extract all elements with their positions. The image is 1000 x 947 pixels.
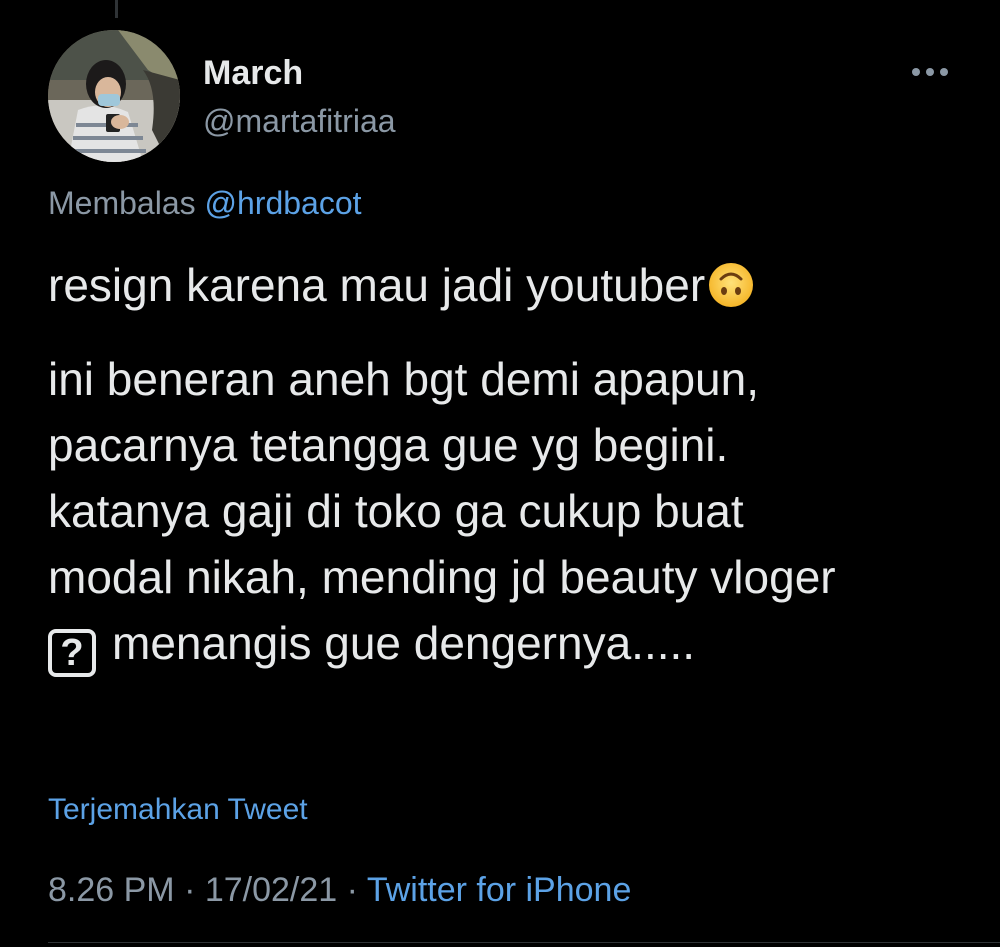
tweet-time[interactable]: 8.26 PM <box>48 871 175 909</box>
more-horizontal-icon <box>912 68 948 76</box>
upside-down-face-emoji-icon <box>709 263 754 307</box>
reply-context: Membalas @hrdbacot <box>48 182 362 224</box>
tweet-paragraph-first: resign karena mau jadi youtuber <box>48 252 968 318</box>
tweet-source-link[interactable]: Twitter for iPhone <box>367 871 632 909</box>
tweet-date[interactable]: 17/02/21 <box>205 871 337 909</box>
more-options-button[interactable] <box>908 54 952 90</box>
author-handle[interactable]: @martafitriaa <box>203 100 396 142</box>
meta-separator-1: · <box>174 871 205 909</box>
translate-tweet-link[interactable]: Terjemahkan Tweet <box>48 790 308 830</box>
reply-mention-link[interactable]: @hrdbacot <box>205 185 362 221</box>
tweet-paragraph-second: ini beneran aneh bgt demi apapun, pacarn… <box>48 353 836 603</box>
reply-prefix: Membalas <box>48 185 196 221</box>
tweet-metadata: 8.26 PM · 17/02/21 · Twitter for iPhone <box>48 868 631 912</box>
unknown-glyph-icon: ? <box>48 629 96 677</box>
tweet-paragraph-last: ? menangis gue dengernya..... <box>48 610 968 677</box>
author-display-name[interactable]: March <box>203 52 303 94</box>
thread-connector-line <box>115 0 118 18</box>
meta-separator-2: · <box>337 871 367 909</box>
divider <box>48 942 1000 943</box>
tweet-first-line: resign karena mau jadi youtuber <box>48 259 706 311</box>
tweet-text: resign karena mau jadi youtuber ini bene… <box>48 252 968 677</box>
tweet-last-line: menangis gue dengernya..... <box>112 617 696 669</box>
avatar[interactable] <box>48 30 180 162</box>
profile-photo-icon <box>48 30 180 162</box>
